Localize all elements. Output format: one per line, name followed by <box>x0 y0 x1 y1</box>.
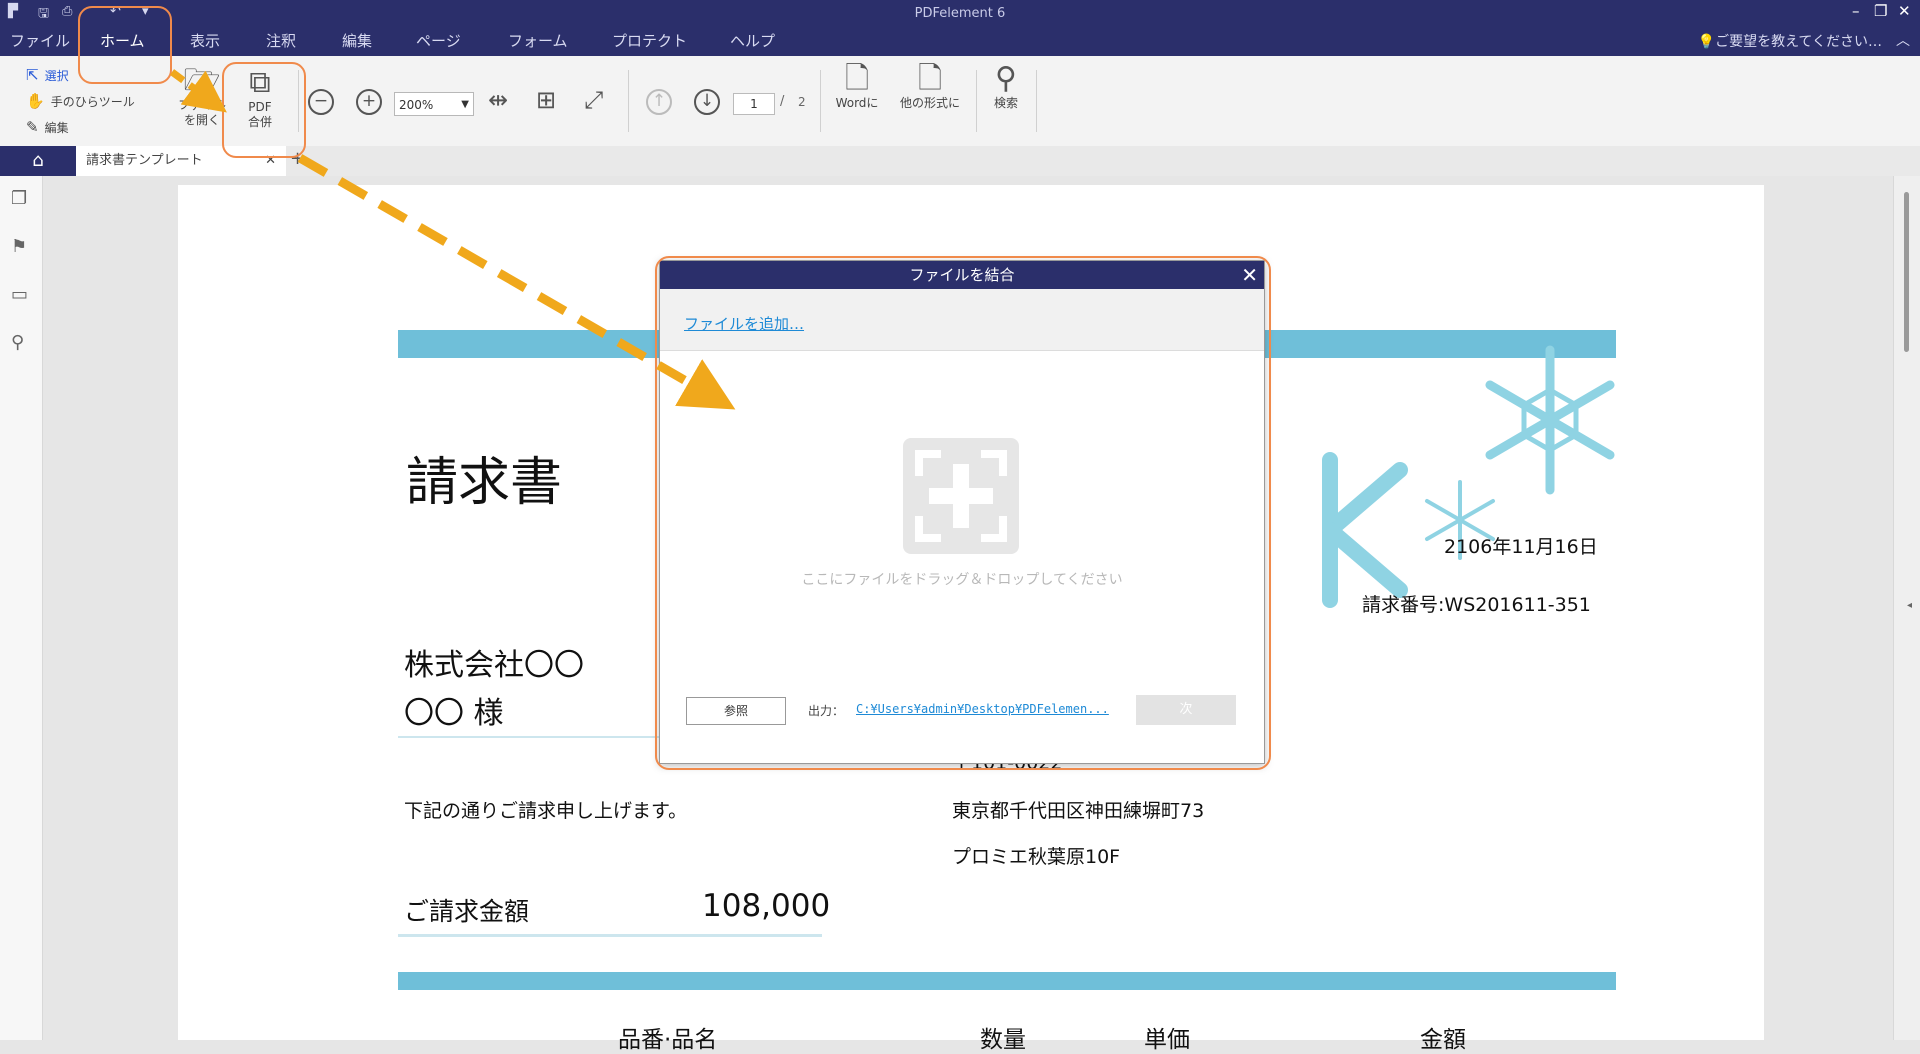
previous-page-icon[interactable]: ↑ <box>646 89 672 115</box>
select-cursor-icon: ⇱ <box>26 66 39 84</box>
home-tab[interactable]: ⌂ <box>0 146 76 176</box>
search-panel-icon[interactable]: ⚲ <box>11 332 24 353</box>
client-recipient: 〇〇 様 <box>404 696 504 731</box>
fullscreen-icon[interactable]: ⤢ <box>584 86 603 114</box>
col-qty-header: 数量 <box>980 1027 1026 1053</box>
col-unit-header: 単価 <box>1144 1027 1190 1053</box>
edit-icon: ✎ <box>26 118 39 136</box>
select-tool[interactable]: ⇱ 選択 <box>26 66 69 84</box>
client-company: 株式会社〇〇 <box>404 648 584 683</box>
edit-tool[interactable]: ✎ 編集 <box>26 118 69 136</box>
minimize-icon[interactable]: – <box>1852 2 1860 20</box>
col-item-header: 品番·品名 <box>618 1027 718 1053</box>
page-total: 2 <box>798 95 806 109</box>
menu-help[interactable]: ヘルプ <box>730 30 775 51</box>
fit-width-icon[interactable]: ⇹ <box>488 86 508 114</box>
amount-label: ご請求金額 <box>404 897 530 926</box>
convert-to-other-button[interactable]: 🗋 他の形式に <box>892 62 968 111</box>
page-separator: / <box>780 94 785 109</box>
amount-value: 108,000 <box>702 888 831 924</box>
invoice-note: 下記の通りご請求申し上げます。 <box>404 800 688 822</box>
feedback-link[interactable]: 💡ご要望を教えてください… <box>1698 31 1882 51</box>
chevron-down-icon: ▼ <box>461 99 469 110</box>
hand-tool[interactable]: ✋ 手のひらツール <box>26 92 135 110</box>
col-amount-header: 金額 <box>1420 1027 1466 1053</box>
zoom-out-icon[interactable]: − <box>308 89 334 115</box>
home-icon: ⌂ <box>32 150 44 171</box>
next-page-icon[interactable]: ↓ <box>694 89 720 115</box>
sender-building: プロミエ秋葉原10F <box>952 846 1121 868</box>
close-window-icon[interactable]: ✕ <box>1898 2 1911 20</box>
dialog-highlight <box>655 256 1271 770</box>
scroll-thumb[interactable] <box>1904 192 1909 352</box>
sender-address: 東京都千代田区神田練塀町73 <box>952 800 1205 822</box>
page-number-input[interactable]: 1 <box>733 93 775 115</box>
search-button[interactable]: ⚲ 検索 <box>984 62 1028 111</box>
table-header-band <box>398 972 1616 990</box>
merge-button-highlight <box>222 62 306 158</box>
zoom-in-icon[interactable]: + <box>356 89 382 115</box>
menu-annotate[interactable]: 注釈 <box>266 30 296 51</box>
app-title: PDFelement 6 <box>914 6 1006 21</box>
lightbulb-icon: 💡 <box>1697 34 1716 50</box>
invoice-date: 2106年11月16日 <box>1444 536 1598 558</box>
collapse-ribbon-icon[interactable]: ︿ <box>1896 30 1910 50</box>
invoice-title: 請求書 <box>406 453 563 513</box>
menu-view[interactable]: 表示 <box>190 30 220 51</box>
title-bar: ▛ 🖫 ⎙ ↶ ▾ PDFelement 6 – ❐ ✕ ファイル ホーム 表示… <box>0 0 1920 56</box>
invoice-number: 請求番号:WS201611-351 <box>1362 594 1591 616</box>
menu-protect[interactable]: プロテクト <box>612 30 687 51</box>
restore-icon[interactable]: ❐ <box>1874 2 1887 20</box>
convert-to-word-button[interactable]: 🗋 Wordに <box>826 62 888 111</box>
zoom-select[interactable]: 200% ▼ <box>394 92 474 116</box>
fit-page-icon[interactable]: ⊞ <box>536 86 556 114</box>
hand-icon: ✋ <box>26 92 45 110</box>
left-sidebar: ❐ ⚑ ▭ ⚲ <box>0 176 43 1040</box>
amount-underline <box>398 934 822 937</box>
bookmark-icon[interactable]: ⚑ <box>11 236 27 257</box>
expand-right-panel-icon[interactable]: ◂ <box>1907 600 1912 611</box>
home-tab-highlight <box>78 6 172 84</box>
recipient-underline <box>398 736 668 738</box>
word-file-icon: 🗋 <box>844 61 870 96</box>
export-file-icon: 🗋 <box>917 61 943 96</box>
menu-file[interactable]: ファイル <box>10 30 70 51</box>
menu-page[interactable]: ページ <box>416 30 461 51</box>
comments-icon[interactable]: ▭ <box>11 284 28 305</box>
menu-edit[interactable]: 編集 <box>342 30 372 51</box>
menu-form[interactable]: フォーム <box>508 30 568 51</box>
thumbnails-icon[interactable]: ❐ <box>11 188 27 209</box>
search-icon: ⚲ <box>995 61 1017 96</box>
